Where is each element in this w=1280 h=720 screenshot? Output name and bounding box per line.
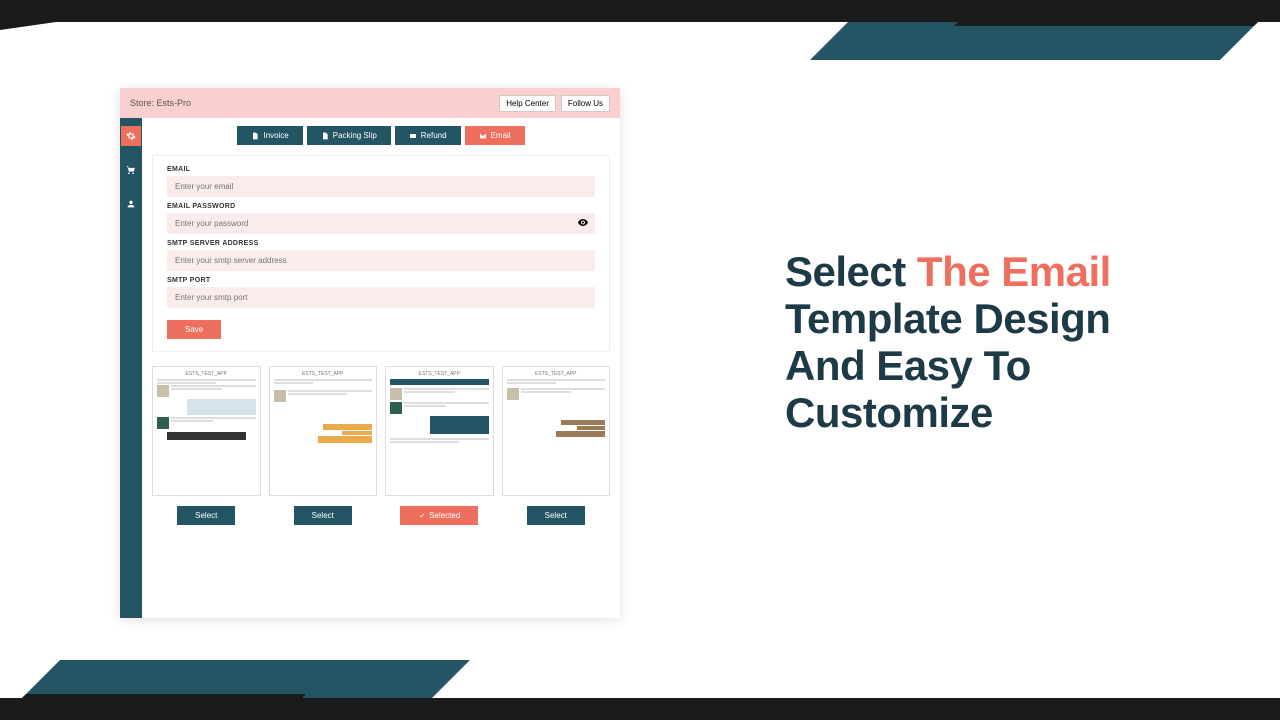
help-center-button[interactable]: Help Center bbox=[499, 95, 556, 112]
deco-top-right-black bbox=[954, 0, 1280, 26]
select-button-4[interactable]: Select bbox=[527, 506, 585, 525]
tabs: Invoice Packing Slip Refund Email bbox=[152, 126, 610, 145]
app-window: Store: Ests-Pro Help Center Follow Us In… bbox=[120, 88, 620, 618]
template-2[interactable]: ESTS_TEST_APP bbox=[269, 366, 378, 496]
port-label: SMTP PORT bbox=[167, 277, 595, 284]
deco-bot-left-black bbox=[0, 694, 306, 720]
deco-top-left bbox=[0, 0, 210, 30]
doc-icon bbox=[321, 132, 329, 140]
smtp-field[interactable] bbox=[167, 250, 595, 271]
template-1[interactable]: ESTS_TEST_APP bbox=[152, 366, 261, 496]
tab-refund-label: Refund bbox=[421, 131, 447, 140]
user-icon[interactable] bbox=[121, 194, 141, 214]
email-label: EMAIL bbox=[167, 166, 595, 173]
password-field[interactable] bbox=[167, 213, 595, 234]
selected-button-3[interactable]: Selected bbox=[400, 506, 478, 525]
store-label: Store: Ests-Pro bbox=[130, 98, 191, 108]
tab-refund[interactable]: Refund bbox=[395, 126, 461, 145]
port-field[interactable] bbox=[167, 287, 595, 308]
hero-part1: Select bbox=[785, 248, 917, 295]
gear-icon[interactable] bbox=[121, 126, 141, 146]
tab-packing[interactable]: Packing Slip bbox=[307, 126, 391, 145]
card-icon bbox=[409, 132, 417, 140]
sidebar bbox=[120, 118, 142, 618]
template-3[interactable]: ESTS_TEST_APP bbox=[385, 366, 494, 496]
template-3-title: ESTS_TEST_APP bbox=[390, 371, 489, 377]
email-field[interactable] bbox=[167, 176, 595, 197]
cart-icon[interactable] bbox=[121, 160, 141, 180]
template-list: ESTS_TEST_APP Select ESTS_TEST_APP bbox=[152, 366, 610, 525]
tab-packing-label: Packing Slip bbox=[333, 131, 377, 140]
template-4[interactable]: ESTS_TEST_APP bbox=[502, 366, 611, 496]
template-1-title: ESTS_TEST_APP bbox=[157, 371, 256, 377]
selected-label: Selected bbox=[429, 511, 460, 520]
hero-part3: Template Design And Easy To Customize bbox=[785, 295, 1110, 436]
tab-invoice[interactable]: Invoice bbox=[237, 126, 302, 145]
mail-icon bbox=[479, 132, 487, 140]
eye-icon[interactable] bbox=[577, 216, 589, 231]
smtp-label: SMTP SERVER ADDRESS bbox=[167, 240, 595, 247]
tab-invoice-label: Invoice bbox=[263, 131, 288, 140]
template-4-title: ESTS_TEST_APP bbox=[507, 371, 606, 377]
app-header: Store: Ests-Pro Help Center Follow Us bbox=[120, 88, 620, 118]
save-button[interactable]: Save bbox=[167, 320, 221, 339]
tab-email-label: Email bbox=[491, 131, 511, 140]
select-button-2[interactable]: Select bbox=[294, 506, 352, 525]
check-icon bbox=[418, 512, 426, 520]
tab-email[interactable]: Email bbox=[465, 126, 525, 145]
template-2-title: ESTS_TEST_APP bbox=[274, 371, 373, 377]
password-label: EMAIL PASSWORD bbox=[167, 203, 595, 210]
doc-icon bbox=[251, 132, 259, 140]
follow-us-button[interactable]: Follow Us bbox=[561, 95, 610, 112]
select-button-1[interactable]: Select bbox=[177, 506, 235, 525]
hero-part2: The Email bbox=[917, 248, 1111, 295]
hero-heading: Select The Email Template Design And Eas… bbox=[785, 248, 1155, 436]
email-settings-panel: EMAIL EMAIL PASSWORD SMTP SERVER bbox=[152, 155, 610, 352]
